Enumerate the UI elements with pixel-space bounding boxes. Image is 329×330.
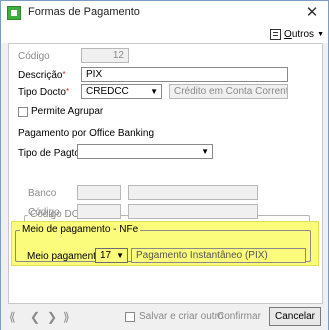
permite-agrupar-checkbox[interactable] <box>18 107 28 117</box>
tipo-docto-description: Crédito em Conta Corrente <box>169 84 288 99</box>
more-options-button[interactable]: Outros ▼ <box>270 25 324 43</box>
banco-description <box>128 185 258 200</box>
meio-pagamento-label: Meio pagamento <box>27 251 102 262</box>
descricao-label: Descrição* <box>18 70 66 81</box>
next-record-icon[interactable]: ❯ <box>47 310 57 324</box>
banco-label: Banco <box>28 188 57 199</box>
codigo-label: Código <box>18 51 50 62</box>
codigo-field: 12 <box>81 48 129 63</box>
caret-down-icon: ▼ <box>317 30 324 38</box>
confirm-button[interactable]: Confirmar <box>217 311 261 322</box>
last-record-icon[interactable]: ⟫ <box>63 310 70 324</box>
tipo-pagto-select[interactable]: ▼ <box>77 144 213 159</box>
tipo-docto-label: Tipo Docto* <box>18 87 70 98</box>
caret-down-icon: ▼ <box>150 87 158 96</box>
tipo-docto-value: CREDCC <box>86 86 129 97</box>
doc-codigo-label: Código <box>28 207 60 218</box>
window-title: Formas de Pagamento <box>28 6 140 18</box>
caret-down-icon: ▼ <box>201 147 209 156</box>
list-icon <box>270 28 282 40</box>
tipo-docto-select[interactable]: CREDCC ▼ <box>81 84 162 99</box>
doc-codigo-description <box>128 204 258 219</box>
cancel-button[interactable]: Cancelar <box>269 307 321 326</box>
banco-field <box>77 185 121 200</box>
first-record-icon[interactable]: ⟪ <box>9 310 16 324</box>
previous-record-icon[interactable]: ❮ <box>30 310 40 324</box>
descricao-input[interactable]: PIX <box>81 67 288 82</box>
meio-pagamento-description: Pagamento Instantâneo (PIX) <box>131 248 306 263</box>
close-button[interactable]: ✕ <box>300 3 324 23</box>
title-bar: Formas de Pagamento ✕ <box>1 1 328 25</box>
bottom-bar: ⟪ ❮ ❯ ⟫ Salvar e criar outro Confirmar C… <box>1 304 328 330</box>
office-banking-label: Pagamento por Office Banking <box>18 128 155 139</box>
caret-down-icon: ▼ <box>116 251 124 260</box>
tipo-pagto-label: Tipo de Pagto <box>18 148 80 159</box>
permite-agrupar-label: Permite Agrupar <box>31 106 104 117</box>
meio-pagamento-select[interactable]: 17 ▼ <box>95 248 128 263</box>
app-icon <box>7 6 21 20</box>
meio-pagamento-code: 17 <box>100 250 112 261</box>
more-options-label: Outros <box>284 28 315 40</box>
save-and-create-label: Salvar e criar outro <box>139 311 224 322</box>
save-and-create-checkbox[interactable] <box>125 312 135 322</box>
payment-forms-window: Formas de Pagamento ✕ Outros ▼ Código 12… <box>0 0 329 330</box>
toolbar: Outros ▼ <box>1 25 328 43</box>
nfe-group-title: Meio de pagamento - NFe <box>20 224 141 235</box>
doc-codigo-field <box>77 204 121 219</box>
